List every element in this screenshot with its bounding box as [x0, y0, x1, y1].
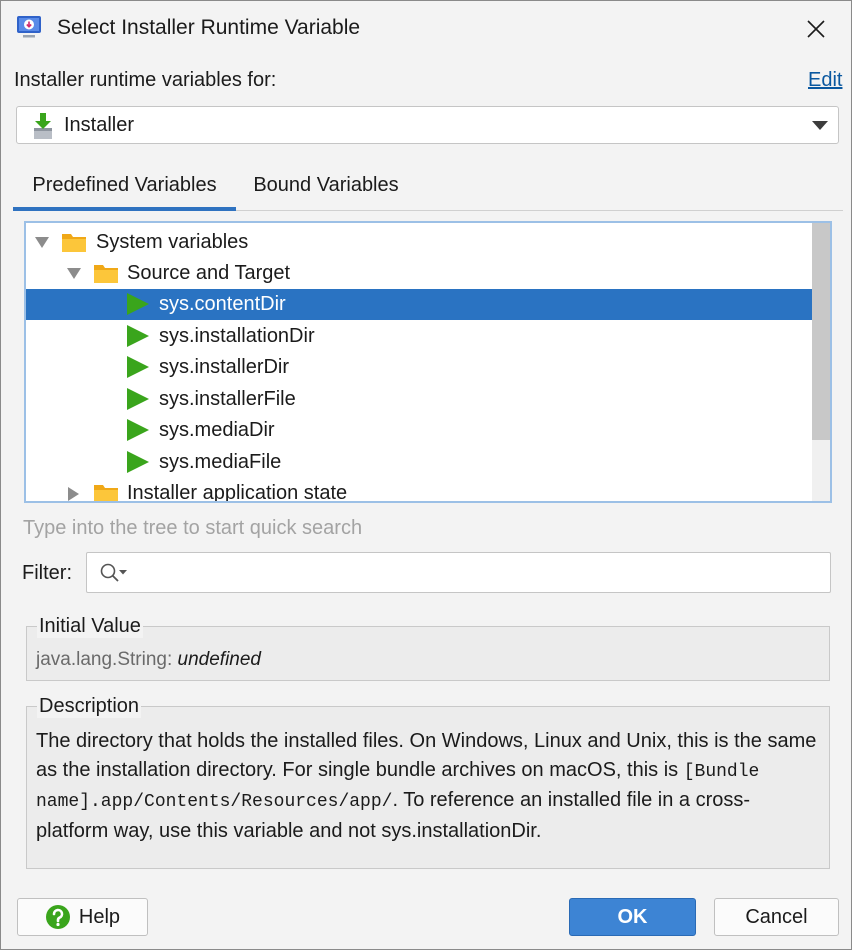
variable-triangle-icon [127, 419, 149, 441]
quick-search-hint: Type into the tree to start quick search [23, 517, 363, 539]
tree-row-source-and-target[interactable]: Source and Target [26, 258, 812, 289]
help-button[interactable]: Help [17, 898, 148, 936]
chevron-down-icon [812, 121, 828, 130]
tree-row-installer-application-state[interactable]: Installer application state [26, 478, 812, 503]
description-text: The directory that holds the installed f… [36, 727, 821, 845]
tree-label: System variables [96, 231, 249, 253]
tree-row-sys-installerdir[interactable]: sys.installerDir [26, 352, 812, 383]
tree-scrollbar[interactable] [812, 223, 830, 501]
initial-value-value: undefined [177, 649, 261, 670]
ok-button[interactable]: OK [569, 898, 696, 936]
tree-label: sys.mediaFile [159, 451, 282, 473]
expanded-arrow-icon[interactable] [35, 237, 49, 249]
context-selector[interactable]: Installer [16, 106, 839, 144]
expanded-arrow-icon[interactable] [67, 268, 81, 280]
description-title: Description [37, 695, 142, 718]
context-selector-value: Installer [64, 114, 135, 136]
tree-row-sys-contentdir[interactable]: sys.contentDir [26, 289, 812, 320]
tree-row-sys-mediafile[interactable]: sys.mediaFile [26, 447, 812, 478]
tree-row-sys-installationdir[interactable]: sys.installationDir [26, 321, 812, 352]
tree-row-sys-installerfile[interactable]: sys.installerFile [26, 384, 812, 415]
variable-triangle-icon [127, 388, 149, 410]
collapsed-arrow-icon[interactable] [68, 487, 80, 501]
folder-icon [94, 485, 118, 501]
active-tab-indicator [13, 207, 236, 211]
tab-predefined-variables[interactable]: Predefined Variables [13, 161, 236, 209]
scrollbar-thumb[interactable] [812, 223, 830, 440]
folder-icon [62, 234, 86, 252]
title-bar: Select Installer Runtime Variable [1, 1, 851, 57]
search-icon[interactable] [99, 562, 131, 584]
variable-tabs: Predefined Variables Bound Variables [13, 161, 843, 211]
dialog-title: Select Installer Runtime Variable [57, 16, 361, 39]
installer-download-icon [17, 16, 41, 38]
tree-label: sys.installerFile [159, 388, 296, 410]
variable-triangle-icon [127, 451, 149, 473]
edit-link[interactable]: Edit [808, 69, 842, 92]
installer-icon [34, 113, 52, 139]
tree-label: sys.mediaDir [159, 419, 275, 441]
initial-value-group: Initial Value java.lang.String: undefine… [26, 615, 830, 681]
tree-label: sys.contentDir [159, 293, 286, 315]
tree-label: Installer application state [127, 482, 348, 503]
filter-label: Filter: [22, 562, 72, 584]
tree-label: sys.installationDir [159, 325, 315, 347]
variables-tree[interactable]: System variables Source and Target sys.c… [24, 221, 832, 503]
tree-row-system-variables[interactable]: System variables [26, 227, 812, 258]
tab-bound-variables[interactable]: Bound Variables [236, 161, 416, 209]
variable-triangle-icon [127, 356, 149, 378]
tree-label: Source and Target [127, 262, 291, 284]
initial-value-text: java.lang.String: undefined [36, 649, 261, 671]
description-group: Description The directory that holds the… [26, 695, 830, 869]
initial-value-type: java.lang.String: [36, 649, 173, 670]
tree-label: sys.installerDir [159, 356, 290, 378]
help-question-icon [45, 905, 70, 929]
runtime-variables-label: Installer runtime variables for: [14, 69, 277, 91]
close-icon [807, 20, 825, 38]
folder-icon [94, 265, 118, 283]
tree-row-sys-mediadir[interactable]: sys.mediaDir [26, 415, 812, 446]
help-button-label: Help [78, 905, 121, 928]
filter-input[interactable] [86, 552, 831, 593]
variable-triangle-icon [127, 293, 149, 315]
cancel-button[interactable]: Cancel [714, 898, 839, 936]
initial-value-title: Initial Value [37, 615, 143, 638]
dialog-window: Select Installer Runtime Variable Instal… [0, 0, 852, 950]
variable-triangle-icon [127, 325, 149, 347]
close-button[interactable] [791, 9, 841, 49]
